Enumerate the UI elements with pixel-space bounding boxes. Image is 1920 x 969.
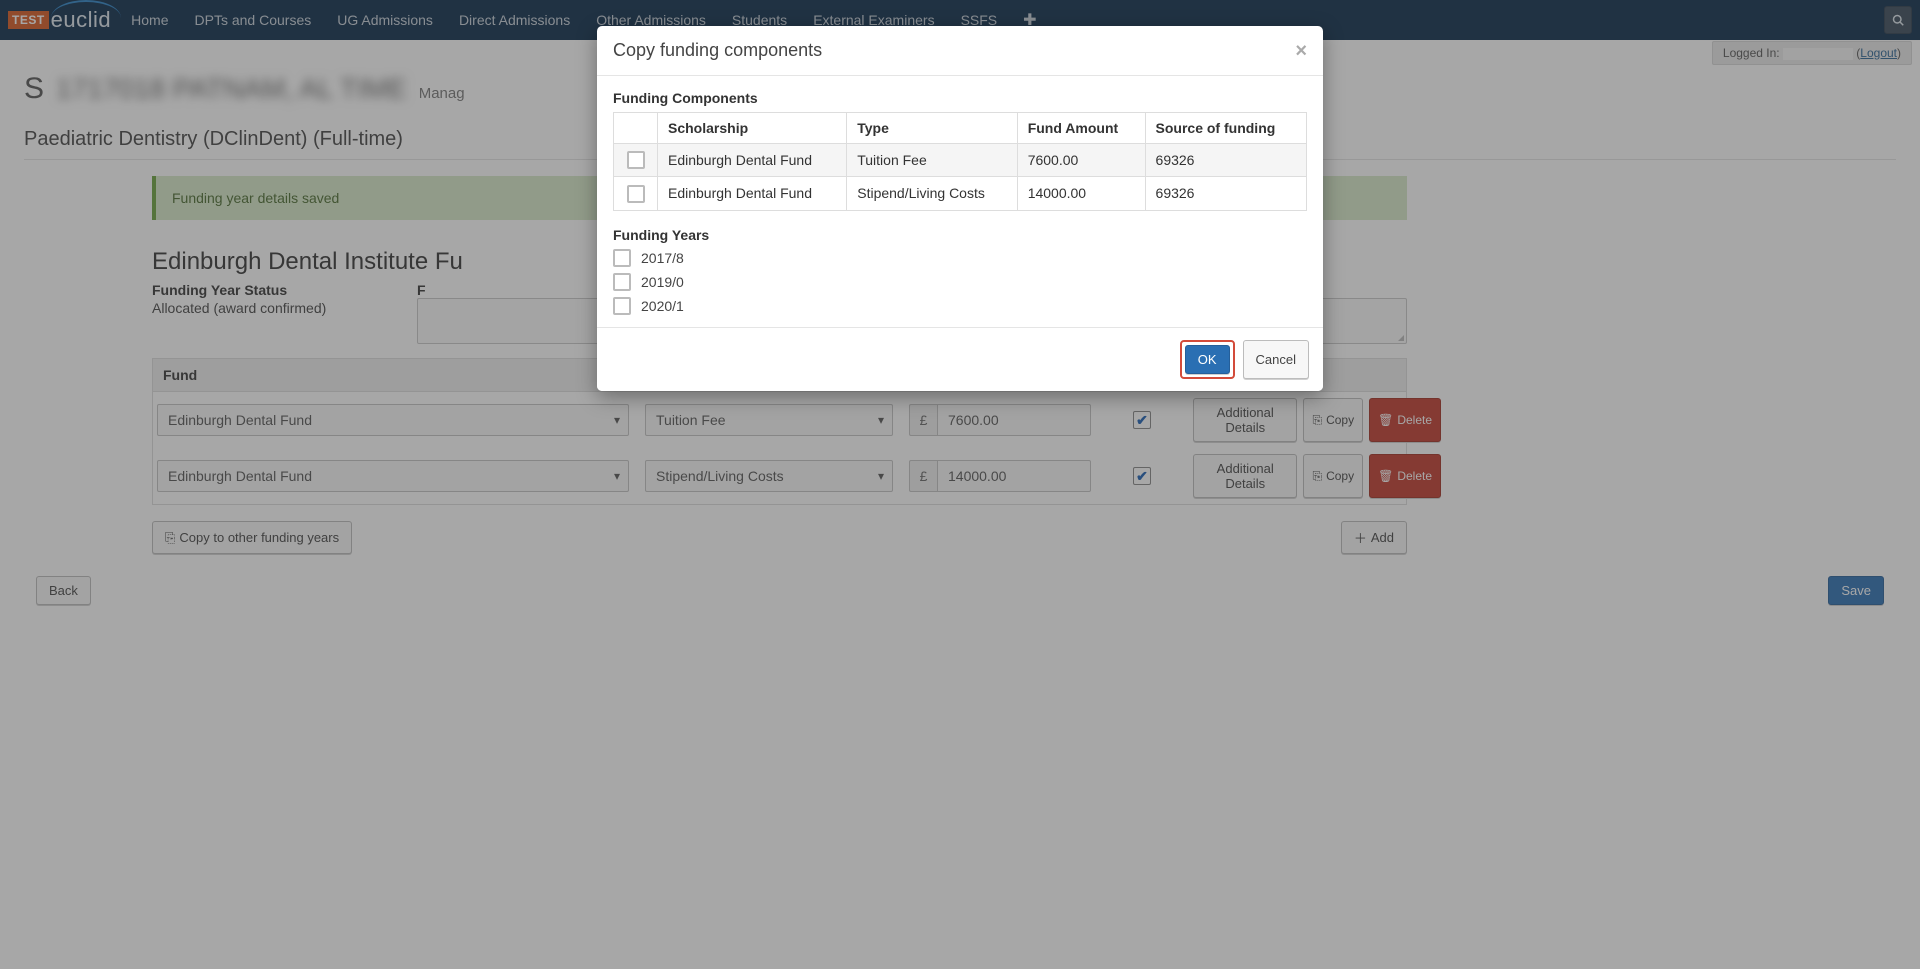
col-scholarship: Scholarship (658, 113, 847, 144)
funding-years-list: 2017/8 2019/0 2020/1 (613, 249, 1307, 315)
col-amount: Fund Amount (1017, 113, 1145, 144)
ok-button[interactable]: OK (1185, 345, 1230, 374)
year-checkbox[interactable] (613, 297, 631, 315)
year-label: 2019/0 (641, 274, 684, 290)
cell-source: 69326 (1145, 144, 1306, 177)
col-type: Type (847, 113, 1017, 144)
cell-type: Tuition Fee (847, 144, 1017, 177)
cell-amount: 7600.00 (1017, 144, 1145, 177)
component-row: Edinburgh Dental Fund Tuition Fee 7600.0… (614, 144, 1307, 177)
funding-year-item: 2019/0 (613, 273, 1307, 291)
ok-label: OK (1198, 352, 1217, 367)
cell-scholarship: Edinburgh Dental Fund (658, 144, 847, 177)
funding-components-label: Funding Components (613, 90, 1307, 106)
cancel-button[interactable]: Cancel (1243, 340, 1309, 379)
funding-components-table: Scholarship Type Fund Amount Source of f… (613, 112, 1307, 211)
year-label: 2017/8 (641, 250, 684, 266)
component-row: Edinburgh Dental Fund Stipend/Living Cos… (614, 177, 1307, 210)
cell-amount: 14000.00 (1017, 177, 1145, 210)
cell-type: Stipend/Living Costs (847, 177, 1017, 210)
year-checkbox[interactable] (613, 273, 631, 291)
funding-year-item: 2017/8 (613, 249, 1307, 267)
funding-years-label: Funding Years (613, 227, 1307, 243)
cell-source: 69326 (1145, 177, 1306, 210)
ok-highlight: OK (1180, 340, 1235, 379)
col-source: Source of funding (1145, 113, 1306, 144)
year-label: 2020/1 (641, 298, 684, 314)
modal-title: Copy funding components (613, 40, 822, 61)
component-checkbox[interactable] (627, 151, 645, 169)
cancel-label: Cancel (1256, 352, 1296, 367)
component-checkbox[interactable] (627, 185, 645, 203)
copy-funding-modal: Copy funding components × Funding Compon… (597, 26, 1323, 391)
modal-close-button[interactable]: × (1295, 41, 1307, 61)
funding-year-item: 2020/1 (613, 297, 1307, 315)
cell-scholarship: Edinburgh Dental Fund (658, 177, 847, 210)
year-checkbox[interactable] (613, 249, 631, 267)
